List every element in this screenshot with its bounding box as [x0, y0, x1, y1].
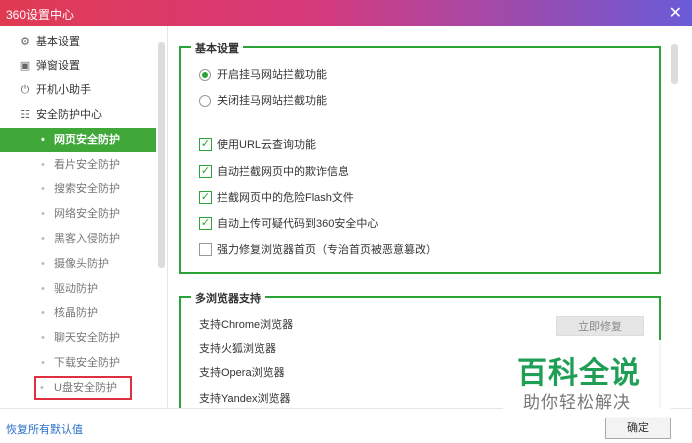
checkbox[interactable]: ✓ [199, 138, 212, 151]
checkbox[interactable]: ✓ [199, 191, 212, 204]
option-label: 自动拦截网页中的欺诈信息 [217, 166, 349, 178]
sidebar-item-label: 网页安全防护 [54, 134, 120, 146]
sidebar-item-label: 搜索安全防护 [54, 183, 120, 195]
sidebar-item-security-center[interactable]: ☷ 安全防护中心 [0, 103, 156, 127]
bullet-icon: • [41, 283, 45, 295]
sidebar-item-web-protection[interactable]: • 网页安全防护 [0, 128, 156, 152]
sidebar-item-label: 驱动防护 [54, 283, 98, 295]
sidebar-item-network-protection[interactable]: • 网络安全防护 [0, 202, 156, 226]
bullet-icon: • [41, 233, 45, 245]
sidebar-item-basic[interactable]: ⚙ 基本设置 [0, 30, 156, 54]
sidebar-item-popup[interactable]: ▣ 弹窗设置 [0, 54, 156, 78]
radio-button[interactable] [199, 95, 211, 107]
sidebar-item-download-protection[interactable]: • 下载安全防护 [0, 351, 156, 375]
group-title: 多浏览器支持 [191, 290, 265, 306]
option-label: 关闭挂马网站拦截功能 [217, 95, 327, 107]
bullet-icon: • [41, 183, 45, 195]
sidebar-item-camera-protection[interactable]: • 摄像头防护 [0, 252, 156, 276]
sidebar-item-label: 摄像头防护 [54, 258, 109, 270]
group-title: 基本设置 [191, 40, 243, 56]
sidebar: ⚙ 基本设置 ▣ 弹窗设置 ⏻ 开机小助手 ☷ 安全防护中心 • 网页安全防护 … [0, 26, 168, 408]
bullet-icon: • [41, 208, 45, 220]
bullet-icon: • [41, 159, 45, 171]
bullet-icon: • [41, 357, 45, 369]
sidebar-item-label: 黑客入侵防护 [54, 233, 120, 245]
restore-defaults-link[interactable]: 恢复所有默认值 [6, 421, 83, 437]
window-icon: ▣ [19, 60, 31, 72]
sidebar-item-hacker-protection[interactable]: • 黑客入侵防护 [0, 227, 156, 251]
bullet-icon: • [41, 258, 45, 270]
window-title: 360设置中心 [6, 8, 75, 22]
browser-item-yandex: 支持Yandex浏览器 [199, 393, 291, 405]
sidebar-item-label: 基本设置 [36, 36, 80, 48]
bullet-icon: • [41, 134, 45, 146]
option-label: 使用URL云查询功能 [217, 139, 317, 151]
sidebar-item-startup[interactable]: ⏻ 开机小助手 [0, 78, 156, 102]
option-label: 强力修复浏览器首页（专治首页被恶意篡改） [217, 244, 437, 256]
sidebar-scrollbar[interactable] [158, 42, 165, 268]
option-label: 开启挂马网站拦截功能 [217, 69, 327, 81]
sidebar-item-label: 网络安全防护 [54, 208, 120, 220]
basic-settings-group: 基本设置 开启挂马网站拦截功能 关闭挂马网站拦截功能 ✓ 使用URL云查询功能 … [179, 40, 661, 274]
bullet-icon: • [40, 382, 44, 394]
sidebar-item-search-protection[interactable]: • 搜索安全防护 [0, 177, 156, 201]
sidebar-item-chat-protection[interactable]: • 聊天安全防护 [0, 326, 156, 350]
watermark: 百科全说 助你轻松解决 [503, 340, 671, 418]
sidebar-item-label: 核晶防护 [54, 307, 98, 319]
checkbox[interactable]: ✓ [199, 165, 212, 178]
content-scrollbar[interactable] [671, 44, 678, 84]
repair-now-button[interactable]: 立即修复 [556, 316, 644, 336]
browser-item-opera: 支持Opera浏览器 [199, 367, 285, 379]
radio-button[interactable] [199, 69, 211, 81]
sidebar-item-driver-protection[interactable]: • 驱动防护 [0, 277, 156, 301]
option-label: 拦截网页中的危险Flash文件 [217, 192, 354, 204]
power-icon: ⏻ [20, 84, 30, 96]
watermark-subtitle: 助你轻松解决 [523, 393, 631, 412]
shield-grid-icon: ☷ [20, 109, 30, 121]
sidebar-item-core-protection[interactable]: • 核晶防护 [0, 301, 156, 325]
bullet-icon: • [41, 307, 45, 319]
bullet-icon: • [41, 332, 45, 344]
option-label: 自动上传可疑代码到360安全中心 [217, 218, 379, 230]
close-icon[interactable]: ✕ [669, 3, 682, 23]
gear-icon: ⚙ [20, 36, 30, 48]
checkbox[interactable] [199, 243, 212, 256]
sidebar-item-label: 聊天安全防护 [54, 332, 120, 344]
sidebar-item-label: U盘安全防护 [54, 382, 117, 394]
watermark-title: 百科全说 [517, 356, 641, 391]
browser-item-firefox: 支持火狐浏览器 [199, 343, 276, 355]
ok-button[interactable]: 确定 [605, 417, 671, 439]
sidebar-item-label: 下载安全防护 [54, 357, 120, 369]
sidebar-item-label: 开机小助手 [36, 84, 91, 96]
checkbox[interactable]: ✓ [199, 217, 212, 230]
sidebar-item-usb-protection[interactable]: • U盘安全防护 [34, 376, 132, 400]
browser-item-chrome: 支持Chrome浏览器 [199, 319, 294, 331]
title-bar: 360设置中心 ✕ [0, 0, 692, 26]
sidebar-item-label: 弹窗设置 [36, 60, 80, 72]
sidebar-item-video-protection[interactable]: • 看片安全防护 [0, 153, 156, 177]
sidebar-item-label: 看片安全防护 [54, 159, 120, 171]
sidebar-item-label: 安全防护中心 [36, 109, 102, 121]
